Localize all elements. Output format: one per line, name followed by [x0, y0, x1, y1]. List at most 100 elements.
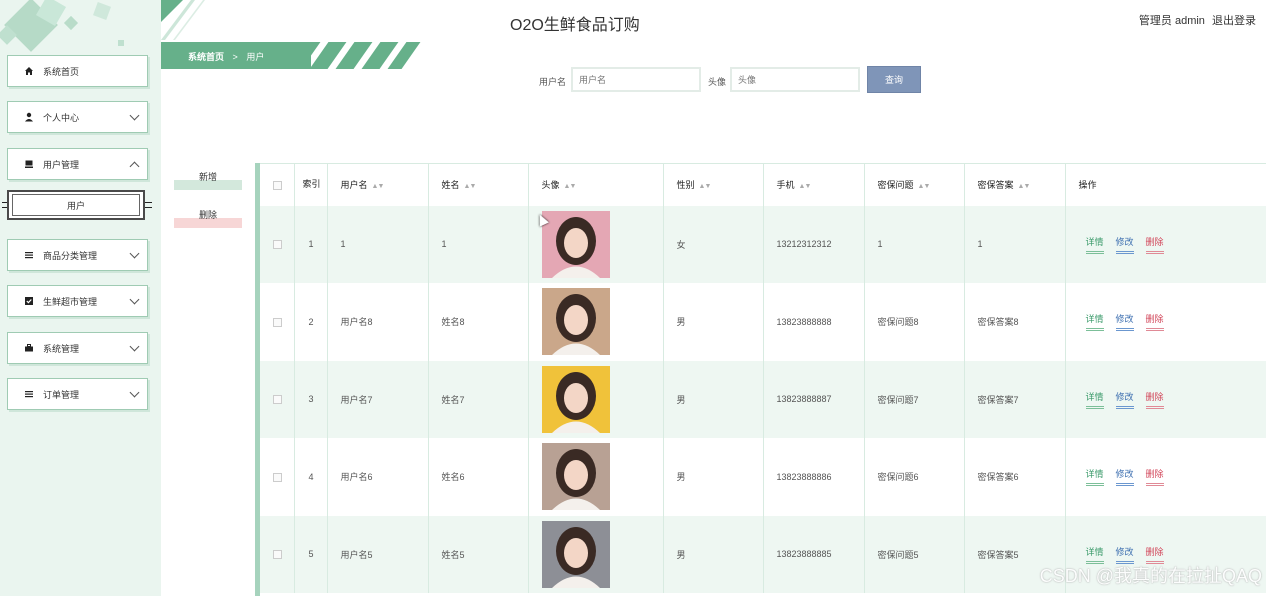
- detail-button[interactable]: 详情: [1085, 312, 1104, 332]
- chevron-down-icon: [129, 341, 140, 352]
- gender-cell: 男: [663, 283, 764, 361]
- sidebar-item-market-management[interactable]: 生鲜超市管理: [7, 285, 148, 317]
- row-checkbox[interactable]: [273, 240, 282, 250]
- logout-link[interactable]: 退出登录: [1212, 15, 1256, 27]
- question-cell: 1: [864, 205, 965, 283]
- username-search-input[interactable]: [571, 67, 701, 92]
- sidebar-item-profile[interactable]: 个人中心: [7, 101, 148, 133]
- edit-button[interactable]: 修改: [1115, 235, 1134, 254]
- row-select-cell: [260, 283, 295, 361]
- sidebar-subitem-label: 用户: [66, 200, 85, 211]
- column-header-avatar[interactable]: 头像 ▲▼: [528, 163, 664, 206]
- avatar-cell: [528, 515, 664, 593]
- sidebar-item-system-management[interactable]: 系统管理: [7, 332, 148, 364]
- sort-icon[interactable]: ▲▼: [464, 183, 477, 190]
- detail-button[interactable]: 详情: [1085, 467, 1104, 487]
- sidebar-item-label: 订单管理: [43, 389, 80, 400]
- sort-icon[interactable]: ▲▼: [372, 183, 385, 190]
- home-icon: [24, 66, 34, 76]
- username-cell: 1: [327, 205, 429, 283]
- row-select-cell: [260, 360, 295, 438]
- column-header-name[interactable]: 姓名 ▲▼: [428, 163, 529, 206]
- question-cell: 密保问题8: [864, 283, 965, 361]
- edit-button[interactable]: 修改: [1115, 312, 1134, 332]
- gender-cell: 男: [663, 438, 764, 516]
- row-checkbox[interactable]: [273, 395, 282, 405]
- detail-button[interactable]: 详情: [1085, 235, 1104, 254]
- question-cell: 密保问题7: [864, 360, 965, 438]
- delete-button[interactable]: 删除: [1145, 467, 1164, 487]
- phone-cell: 13212312312: [763, 205, 865, 283]
- select-all-checkbox[interactable]: [273, 180, 282, 190]
- avatar-search-input[interactable]: [730, 67, 860, 92]
- answer-cell: 1: [964, 205, 1066, 283]
- column-label: 索引: [302, 179, 321, 190]
- phone-cell: 13823888888: [763, 283, 865, 361]
- edit-button[interactable]: 修改: [1115, 545, 1134, 564]
- edit-button[interactable]: 修改: [1115, 390, 1134, 409]
- delete-button[interactable]: 删除: [1145, 235, 1164, 254]
- column-header-phone[interactable]: 手机 ▲▼: [763, 163, 865, 206]
- sort-icon[interactable]: ▲▼: [564, 183, 577, 190]
- header-decoration: [161, 0, 221, 40]
- column-header-gender[interactable]: 性别 ▲▼: [663, 163, 764, 206]
- actions-cell: 详情 修改 删除: [1065, 438, 1266, 516]
- sidebar-item-label: 系统首页: [43, 66, 80, 77]
- table-row: 4 用户名6 姓名6 男 13823888886 密保问题6 密保答案6 详情 修改 删除: [260, 438, 1266, 516]
- chevron-down-icon: [129, 387, 140, 398]
- sidebar-item-category-management[interactable]: 商品分类管理: [7, 239, 148, 271]
- column-header-answer[interactable]: 密保答案 ▲▼: [964, 163, 1066, 206]
- header-user-area: 管理员 admin 退出登录: [1135, 12, 1256, 28]
- sort-icon[interactable]: ▲▼: [699, 183, 712, 190]
- gender-cell: 女: [663, 205, 764, 283]
- column-label: 性别: [676, 180, 695, 191]
- table-header-row: 索引 用户名 ▲▼ 姓名 ▲▼ 头像 ▲▼ 性别 ▲▼ 手机 ▲▼ 密保问题 ▲▼ 密保答案…: [260, 163, 1266, 206]
- name-cell: 1: [428, 205, 529, 283]
- row-checkbox[interactable]: [273, 472, 282, 482]
- edit-button[interactable]: 修改: [1115, 467, 1134, 487]
- column-header-question[interactable]: 密保问题 ▲▼: [864, 163, 965, 206]
- delete-button[interactable]: 删除: [1145, 312, 1164, 332]
- column-label: 头像: [541, 180, 560, 191]
- avatar-image: [541, 210, 610, 278]
- sidebar-decoration: [63, 15, 79, 31]
- delete-button[interactable]: 删除: [1145, 545, 1164, 564]
- username-cell: 用户名8: [327, 283, 429, 361]
- breadcrumb-home[interactable]: 系统首页: [188, 52, 224, 62]
- detail-button[interactable]: 详情: [1085, 390, 1104, 409]
- avatar-image: [541, 365, 610, 433]
- sidebar-item-user-management[interactable]: 用户管理: [7, 148, 148, 180]
- detail-button[interactable]: 详情: [1085, 545, 1104, 564]
- sidebar-item-order-management[interactable]: 订单管理: [7, 378, 148, 410]
- sidebar-subitem-users[interactable]: 用户: [7, 190, 145, 220]
- table-row: 3 用户名7 姓名7 男 13823888887 密保问题7 密保答案7 详情 修改 删除: [260, 360, 1266, 438]
- sort-icon[interactable]: ▲▼: [1018, 183, 1031, 190]
- row-checkbox[interactable]: [273, 317, 282, 327]
- user-icon: [24, 112, 34, 122]
- delete-button[interactable]: 删除: [1145, 390, 1164, 409]
- column-label: 密保问题: [877, 180, 914, 191]
- username-cell: 用户名7: [327, 360, 429, 438]
- phone-cell: 13823888885: [763, 515, 865, 593]
- row-select-cell: [260, 438, 295, 516]
- answer-cell: 密保答案6: [964, 438, 1066, 516]
- column-label: 手机: [776, 180, 795, 191]
- question-cell: 密保问题5: [864, 515, 965, 593]
- sort-icon[interactable]: ▲▼: [799, 183, 812, 190]
- column-label: 用户名: [340, 180, 368, 191]
- user-manage-icon: [24, 159, 34, 169]
- add-button[interactable]: 新增: [174, 168, 242, 190]
- column-label: 操作: [1078, 180, 1097, 191]
- username-cell: 用户名5: [327, 515, 429, 593]
- search-button[interactable]: 查询: [867, 66, 921, 93]
- sidebar-item-home[interactable]: 系统首页: [7, 55, 148, 87]
- name-cell: 姓名5: [428, 515, 529, 593]
- avatar-face: [563, 382, 588, 413]
- sidebar-item-label: 商品分类管理: [43, 250, 98, 261]
- avatar-cell: [528, 438, 664, 516]
- sort-icon[interactable]: ▲▼: [918, 183, 931, 190]
- column-header-username[interactable]: 用户名 ▲▼: [327, 163, 429, 206]
- avatar-face: [563, 227, 588, 258]
- row-checkbox[interactable]: [273, 550, 282, 560]
- batch-delete-button[interactable]: 删除: [174, 206, 242, 228]
